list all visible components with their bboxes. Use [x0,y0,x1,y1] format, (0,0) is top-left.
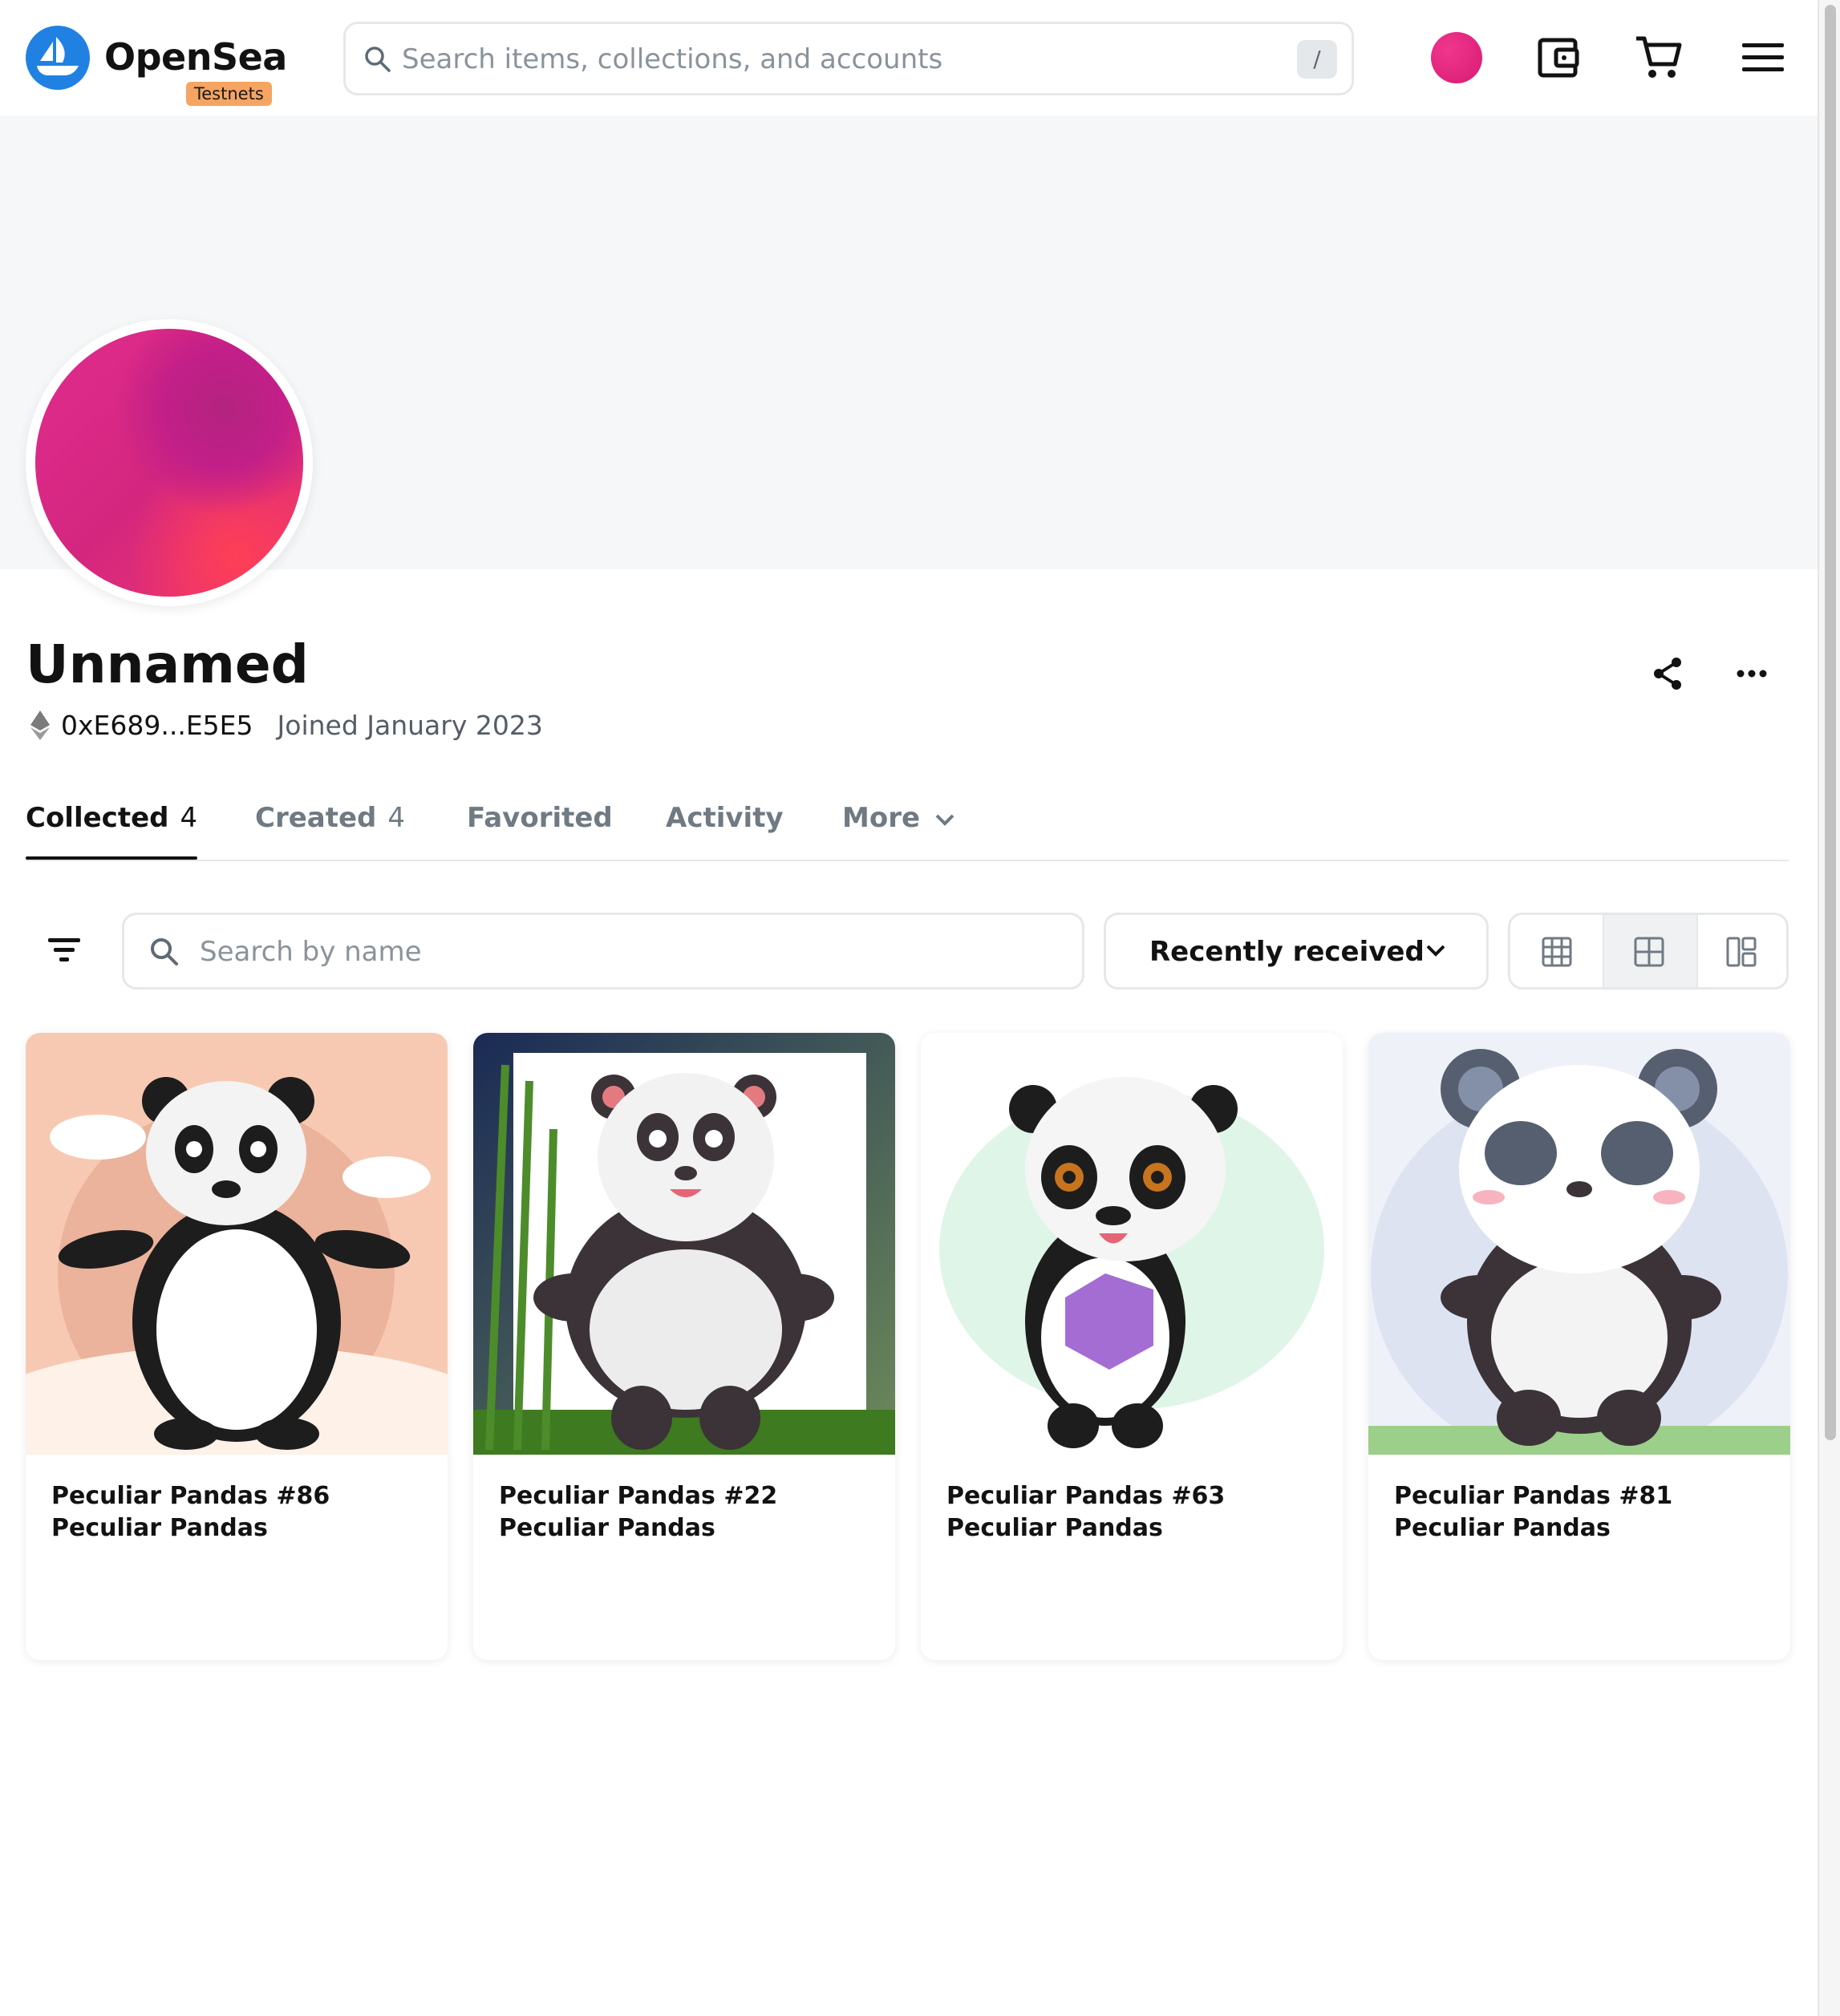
global-search-input[interactable]: Search items, collections, and accounts … [343,22,1354,95]
nft-card[interactable]: Peculiar Pandas #81 Peculiar Pandas [1368,1033,1790,1660]
tab-collected[interactable]: Collected 4 [26,802,198,860]
tab-created-label: Created [255,802,377,834]
tab-created-count: 4 [387,802,406,834]
tab-favorited-label: Favorited [467,802,613,834]
nft-collection: Peculiar Pandas [499,1514,715,1542]
view-grid-small-button[interactable] [1603,915,1698,987]
profile-tabs: Collected 4 Created 4 Favorited Activity M… [26,802,1789,861]
filter-icon [48,938,80,961]
nft-image-panda [473,1033,895,1455]
wallet-address[interactable]: 0xE689...E5E5 [61,710,253,741]
tab-more[interactable]: More [842,802,955,858]
nft-image-panda [1368,1033,1790,1455]
menu-icon[interactable] [1737,32,1789,83]
profile-avatar-image [35,329,303,597]
profile-avatar-button[interactable] [1431,32,1482,83]
nft-collection: Peculiar Pandas [1394,1514,1611,1542]
view-grid-compact-button[interactable] [1696,915,1786,987]
address-row: 0xE689...E5E5 Joined January 2023 [29,709,543,741]
filter-toggle-button[interactable] [40,930,88,970]
nft-collection: Peculiar Pandas [51,1514,268,1542]
tab-activity-label: Activity [666,802,784,834]
tab-activity[interactable]: Activity [666,802,784,858]
view-grid-large-button[interactable] [1510,915,1603,987]
sort-dropdown[interactable]: Recently received [1104,913,1489,990]
more-options-icon[interactable] [1728,650,1776,698]
chevron-down-icon [935,814,954,826]
joined-date: Joined January 2023 [277,709,543,741]
grid-compact-icon [1726,937,1757,967]
nft-card[interactable]: Peculiar Pandas #63 Peculiar Pandas [921,1033,1343,1660]
tab-created[interactable]: Created 4 [255,802,405,858]
nft-card[interactable]: Peculiar Pandas #86 Peculiar Pandas [26,1033,448,1660]
chevron-down-icon [1426,945,1445,957]
sort-label: Recently received [1149,936,1425,968]
grid-large-icon [1542,937,1572,967]
top-header: OpenSea Testnets Search items, collectio… [0,0,1818,115]
search-by-name-input[interactable]: Search by name [122,913,1084,990]
opensea-logo-icon[interactable] [26,26,90,90]
share-icon[interactable] [1644,650,1692,698]
tab-collected-label: Collected [26,802,169,834]
global-search-placeholder: Search items, collections, and accounts [402,43,943,75]
profile-picture[interactable] [26,319,313,606]
nft-image-panda [26,1033,448,1455]
logo-text[interactable]: OpenSea [104,35,287,79]
nft-title: Peculiar Pandas #86 [51,1482,330,1510]
nft-image-panda [921,1033,1343,1455]
search-icon [365,47,391,72]
page-scrollbar[interactable] [1818,0,1840,2016]
wallet-icon[interactable] [1534,32,1585,83]
cart-icon[interactable] [1633,32,1684,83]
search-icon [151,938,178,965]
nft-collection: Peculiar Pandas [946,1514,1163,1542]
tab-favorited[interactable]: Favorited [467,802,613,858]
tab-collected-count: 4 [180,802,198,834]
scrollbar-thumb[interactable] [1825,5,1836,1440]
testnets-badge: Testnets [186,82,272,106]
tab-more-label: More [842,802,921,834]
nft-title: Peculiar Pandas #63 [946,1482,1226,1510]
grid-small-icon [1634,937,1664,967]
nft-title: Peculiar Pandas #81 [1394,1482,1673,1510]
nft-title: Peculiar Pandas #22 [499,1482,778,1510]
view-mode-toggle [1508,913,1789,990]
ethereum-icon [30,710,50,740]
search-shortcut-key: / [1297,40,1337,79]
search-by-name-placeholder: Search by name [200,936,422,968]
profile-name: Unnamed [26,634,309,695]
nft-card[interactable]: Peculiar Pandas #22 Peculiar Pandas [473,1033,895,1660]
